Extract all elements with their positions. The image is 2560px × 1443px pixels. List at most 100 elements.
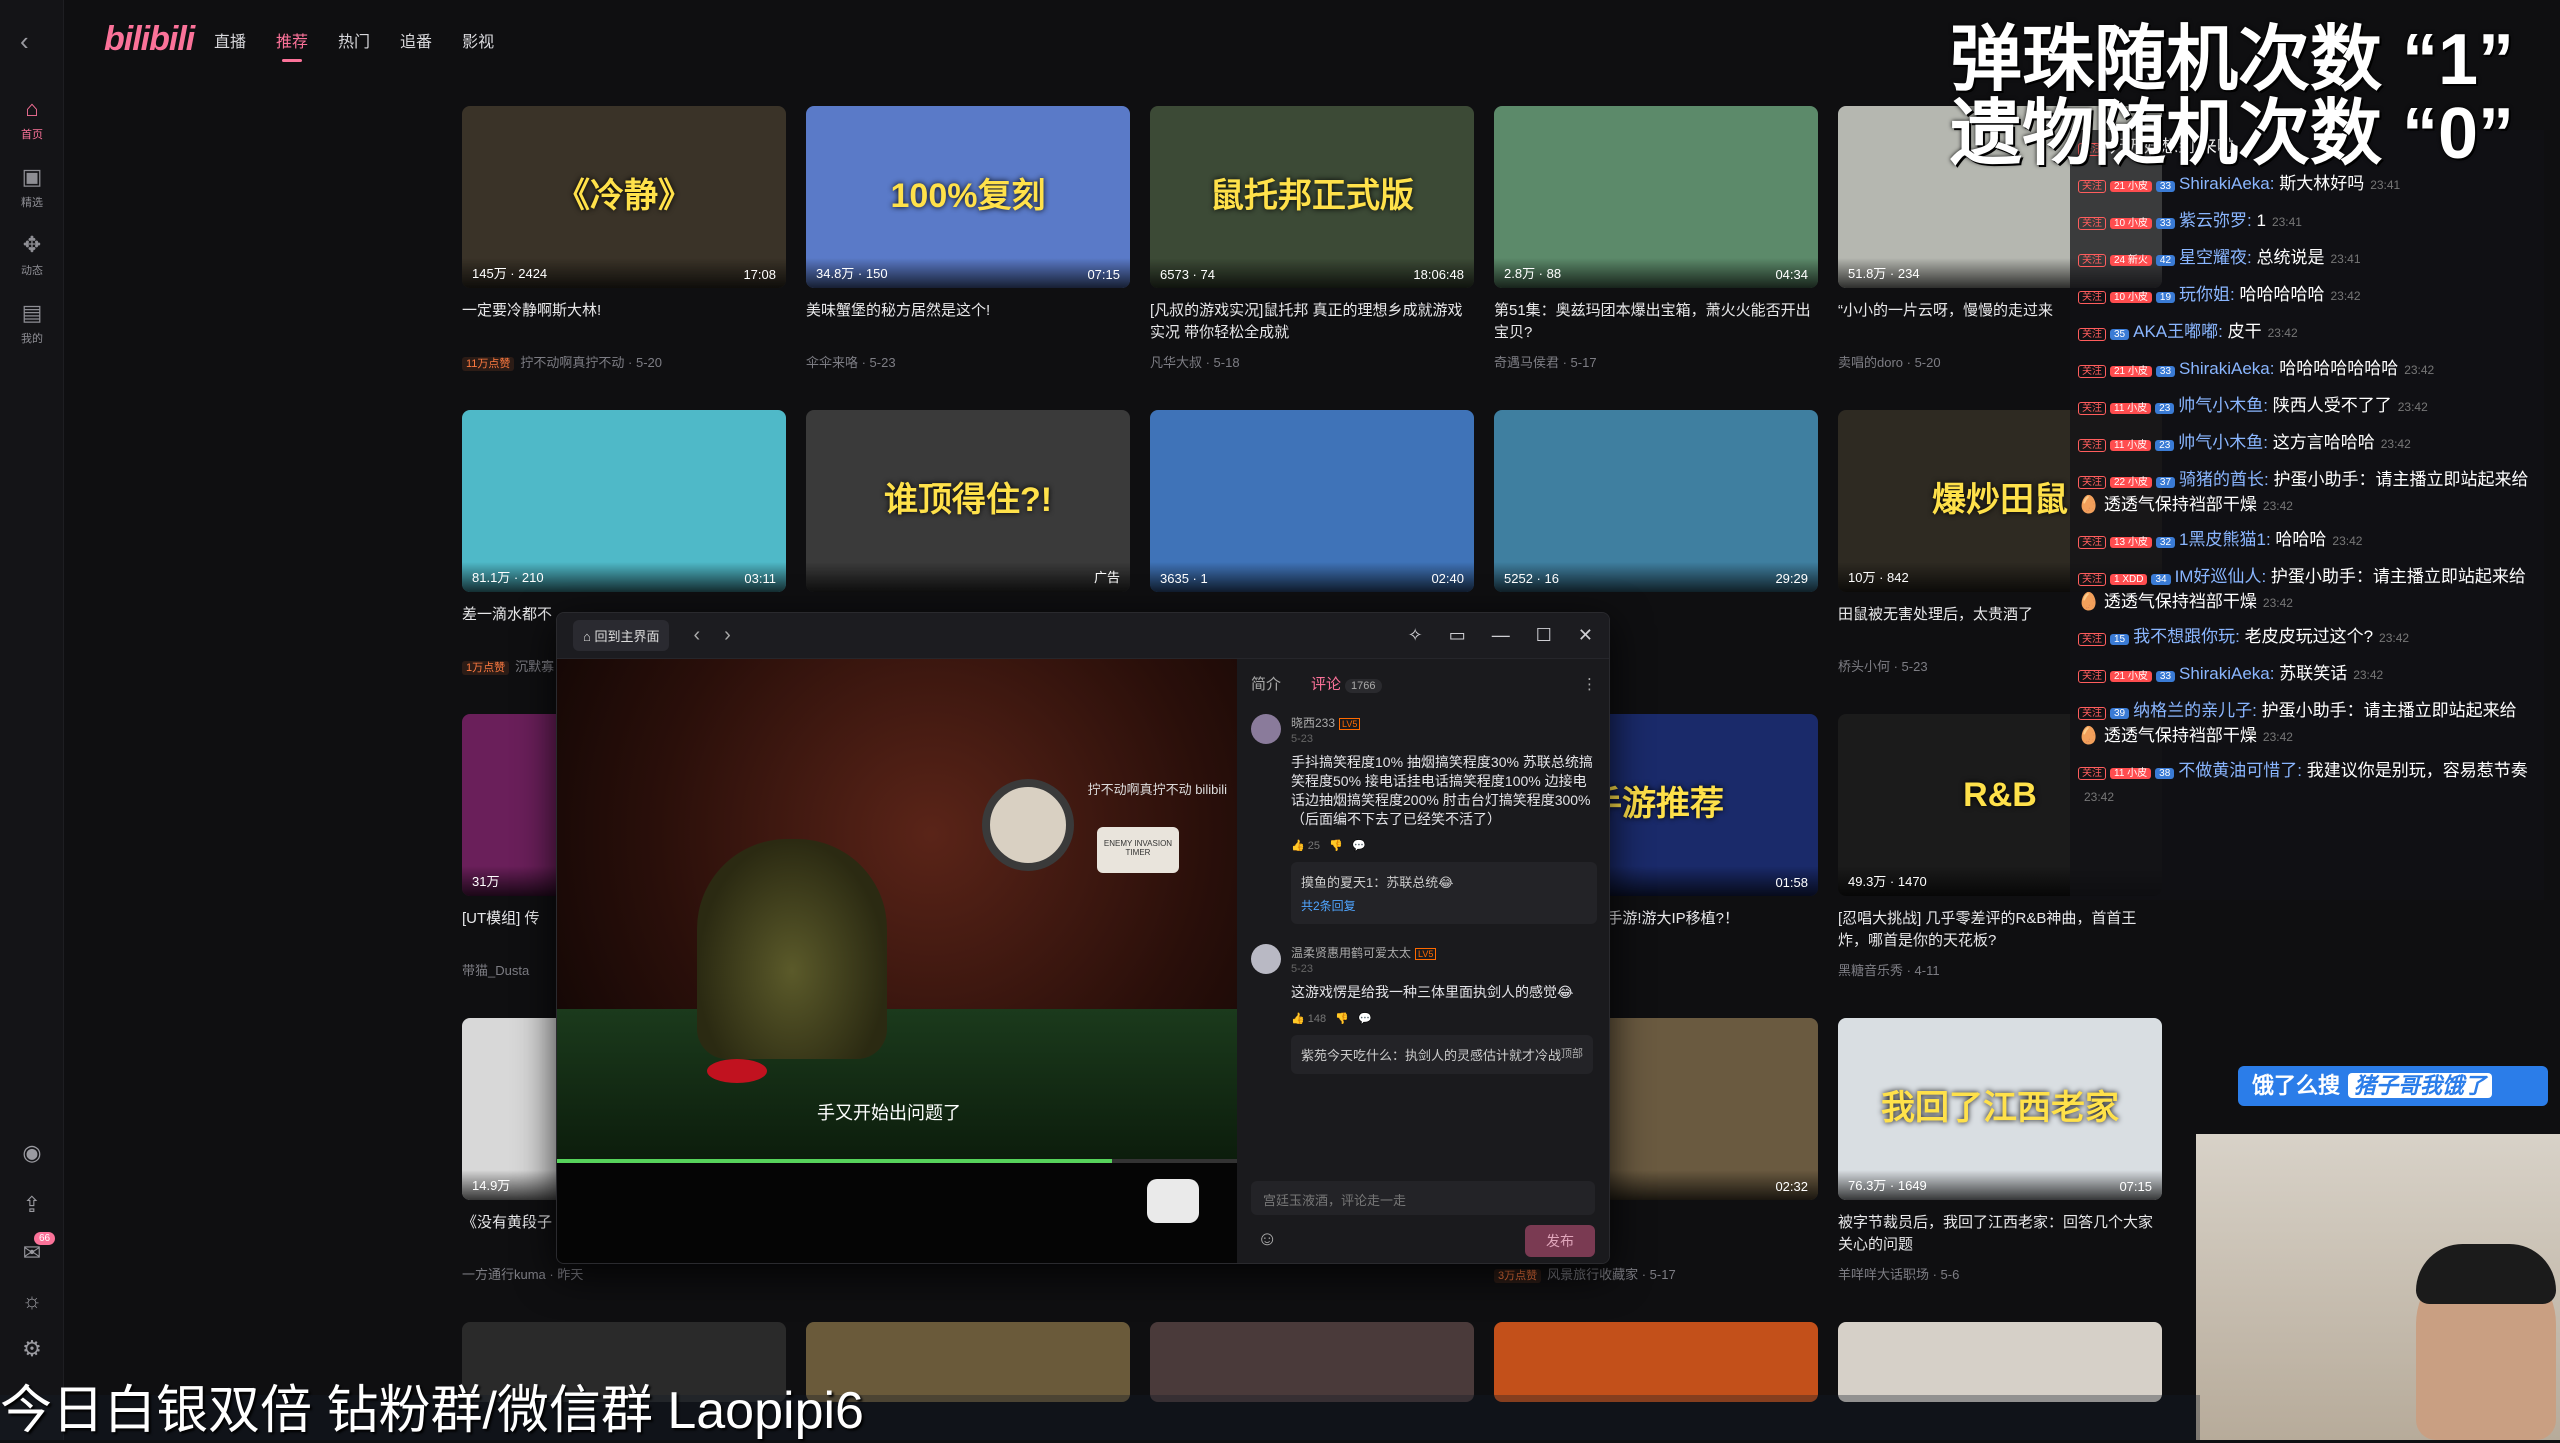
dislike-icon[interactable]: 👎 bbox=[1335, 1013, 1349, 1025]
like-icon[interactable]: 👍 bbox=[1291, 840, 1305, 852]
chat-username[interactable]: 我不想跟你玩 bbox=[2133, 627, 2235, 646]
close-icon[interactable]: ✕ bbox=[1578, 625, 1593, 646]
reply-icon[interactable]: 💬 bbox=[1352, 840, 1366, 852]
chat-username[interactable]: 紫云弥罗 bbox=[2179, 211, 2247, 230]
tab-live[interactable]: 直播 bbox=[214, 28, 246, 52]
chat-username[interactable]: IM好巡仙人 bbox=[2175, 567, 2262, 586]
tab-recommend[interactable]: 推荐 bbox=[276, 28, 308, 62]
follow-badge[interactable]: 关注 bbox=[2078, 536, 2106, 549]
rail-item-mine[interactable]: ▤ 我的 bbox=[0, 300, 64, 346]
tab-comments[interactable]: 评论 1766 bbox=[1311, 673, 1382, 694]
follow-badge[interactable]: 关注 bbox=[2078, 328, 2106, 341]
back-to-home-button[interactable]: ⌂ 回到主界面 bbox=[573, 620, 670, 651]
comment-author[interactable]: 晓西233 bbox=[1291, 716, 1335, 730]
video-thumbnail[interactable]: 2.8万 · 88 04:34 bbox=[1494, 106, 1818, 288]
uploader-date[interactable]: 拧不动啊真拧不动 · 5-20 bbox=[520, 355, 662, 370]
more-icon[interactable]: ⋮ bbox=[1582, 675, 1597, 693]
avatar[interactable] bbox=[1251, 944, 1281, 974]
settings-icon[interactable]: ⚙ bbox=[0, 1336, 64, 1362]
video-player[interactable]: ENEMY INVASION TIMER 拧不动啊真拧不动 bilibili 手… bbox=[557, 659, 1237, 1263]
video-thumbnail[interactable]: 《冷静》 145万 · 2424 17:08 bbox=[462, 106, 786, 288]
follow-badge[interactable]: 关注 bbox=[2078, 402, 2106, 415]
follow-badge[interactable]: 关注 bbox=[2078, 573, 2106, 586]
nav-forward-icon[interactable]: › bbox=[724, 624, 731, 647]
tv-play-icon[interactable] bbox=[1147, 1179, 1199, 1223]
uploader-date[interactable]: 奇遇马侯君 · 5-17 bbox=[1494, 355, 1597, 370]
video-thumbnail[interactable]: 鼠托邦正式版 6573 · 74 18:06:48 bbox=[1150, 106, 1474, 288]
follow-badge[interactable]: 关注 bbox=[2078, 767, 2106, 780]
theme-icon[interactable]: ☼ bbox=[0, 1288, 64, 1314]
uploader-date[interactable]: 黑糖音乐秀 · 4-11 bbox=[1838, 963, 1940, 978]
chat-username[interactable]: 纳格兰的亲儿子 bbox=[2133, 701, 2252, 720]
minimize-icon[interactable]: — bbox=[1492, 625, 1510, 646]
video-title[interactable]: [凡叔的游戏实况]鼠托邦 真正的理想乡成就游戏实况 带你轻松全成就 bbox=[1150, 300, 1474, 344]
more-replies-link[interactable]: 共2条回复 bbox=[1301, 897, 1587, 914]
chat-username[interactable]: 玩你姐 bbox=[2179, 285, 2230, 304]
video-thumbnail[interactable]: 81.1万 · 210 03:11 bbox=[462, 410, 786, 592]
progress-bar[interactable] bbox=[557, 1159, 1237, 1163]
comment-input[interactable]: 宫廷玉液酒，评论走一走 bbox=[1251, 1181, 1595, 1215]
rail-item-home[interactable]: ⌂ 首页 bbox=[0, 96, 64, 142]
follow-badge[interactable]: 关注 bbox=[2078, 670, 2106, 683]
back-icon[interactable]: ‹ bbox=[20, 26, 29, 57]
tab-hot[interactable]: 热门 bbox=[338, 28, 370, 52]
pin-icon[interactable]: ✧ bbox=[1408, 625, 1423, 646]
follow-badge[interactable]: 关注 bbox=[2078, 254, 2106, 267]
video-thumbnail[interactable] bbox=[1150, 1322, 1474, 1402]
chat-username[interactable]: 帅气小木鱼 bbox=[2178, 433, 2263, 452]
comment-author[interactable]: 温柔贤惠用鹤可爱太太 bbox=[1291, 946, 1411, 960]
chat-username[interactable]: ShirakiAeka bbox=[2179, 664, 2270, 683]
follow-badge[interactable]: 关注 bbox=[2078, 476, 2106, 489]
chat-username[interactable]: AKA王嘟嘟 bbox=[2133, 322, 2218, 341]
pip-icon[interactable]: ▭ bbox=[1449, 625, 1466, 646]
video-title[interactable]: 被字节裁员后，我回了江西老家：回答几个大家关心的问题 bbox=[1838, 1212, 2162, 1256]
message-icon[interactable]: ✉ 66 bbox=[0, 1232, 64, 1266]
video-card[interactable]: 鼠托邦正式版 6573 · 74 18:06:48 [凡叔的游戏实况]鼠托邦 真… bbox=[1150, 106, 1474, 371]
follow-badge[interactable]: 关注 bbox=[2078, 439, 2106, 452]
video-thumbnail[interactable]: 5252 · 16 29:29 bbox=[1494, 410, 1818, 592]
uploader-date[interactable]: 一方通行kuma · 昨天 bbox=[462, 1267, 583, 1282]
video-thumbnail[interactable] bbox=[1838, 1322, 2162, 1402]
uploader-date[interactable]: 凡华大叔 · 5-18 bbox=[1150, 355, 1240, 370]
video-title[interactable]: 第51集：奥兹玛团本爆出宝箱，萧火火能否开出宝贝? bbox=[1494, 300, 1818, 344]
follow-badge[interactable]: 关注 bbox=[2078, 291, 2106, 304]
uploader-date[interactable]: 带猫_Dusta bbox=[462, 963, 529, 978]
uploader-date[interactable]: 风景旅行收藏家 · 5-17 bbox=[1547, 1267, 1676, 1282]
video-thumbnail[interactable] bbox=[1494, 1322, 1818, 1402]
video-title[interactable]: 一定要冷静啊斯大林! bbox=[462, 300, 786, 344]
video-thumbnail[interactable]: 3635 · 1 02:40 bbox=[1150, 410, 1474, 592]
follow-badge[interactable]: 关注 bbox=[2078, 217, 2106, 230]
bilibili-logo[interactable]: bilibili bbox=[104, 20, 195, 59]
emoji-icon[interactable]: ☺ bbox=[1257, 1228, 1277, 1251]
chat-username[interactable]: 骑猪的酋长 bbox=[2179, 470, 2264, 489]
uploader-date[interactable]: 沉默寡 bbox=[515, 659, 554, 674]
maximize-icon[interactable]: ☐ bbox=[1536, 625, 1552, 646]
follow-badge[interactable]: 关注 bbox=[2078, 180, 2106, 193]
chat-username[interactable]: 帅气小木鱼 bbox=[2178, 396, 2263, 415]
like-icon[interactable]: 👍 bbox=[1291, 1013, 1305, 1025]
chat-username[interactable]: 星空耀夜 bbox=[2179, 248, 2247, 267]
nav-back-icon[interactable]: ‹ bbox=[693, 624, 700, 647]
video-card[interactable]: 2.8万 · 88 04:34 第51集：奥兹玛团本爆出宝箱，萧火火能否开出宝贝… bbox=[1494, 106, 1818, 371]
uploader-date[interactable]: 伞伞来咯 · 5-23 bbox=[806, 355, 896, 370]
send-button[interactable]: 发布 bbox=[1525, 1225, 1595, 1257]
chat-username[interactable]: ShirakiAeka bbox=[2179, 359, 2270, 378]
avatar[interactable]: ◉ bbox=[0, 1140, 64, 1166]
video-thumbnail[interactable]: 100%复刻 34.8万 · 150 07:15 bbox=[806, 106, 1130, 288]
upload-icon[interactable]: ⇪ bbox=[0, 1192, 64, 1218]
rail-item-dynamic[interactable]: ✥ 动态 bbox=[0, 232, 64, 278]
video-thumbnail[interactable]: 谁顶得住?! 广告 bbox=[806, 410, 1130, 592]
scroll-top-button[interactable]: 顶部 bbox=[1561, 1045, 1583, 1061]
video-card[interactable]: 《冷静》 145万 · 2424 17:08 一定要冷静啊斯大林! 11万点赞拧… bbox=[462, 106, 786, 371]
tab-anime[interactable]: 追番 bbox=[400, 28, 432, 52]
video-title[interactable]: [忍唱大挑战] 几乎零差评的R&B神曲，首首王炸，哪首是你的天花板? bbox=[1838, 908, 2162, 952]
video-title[interactable]: 美味蟹堡的秘方居然是这个! bbox=[806, 300, 1130, 344]
follow-badge[interactable]: 关注 bbox=[2078, 707, 2106, 720]
chat-username[interactable]: 不做黄油可惜了 bbox=[2178, 761, 2297, 780]
uploader-date[interactable]: 羊咩咩大话职场 · 5-6 bbox=[1838, 1267, 1959, 1282]
video-card[interactable]: 我回了江西老家 76.3万 · 1649 07:15 被字节裁员后，我回了江西老… bbox=[1838, 1018, 2162, 1283]
rail-item-featured[interactable]: ▣ 精选 bbox=[0, 164, 64, 210]
video-card[interactable]: 100%复刻 34.8万 · 150 07:15 美味蟹堡的秘方居然是这个! 伞… bbox=[806, 106, 1130, 371]
reply-icon[interactable]: 💬 bbox=[1358, 1013, 1372, 1025]
follow-badge[interactable]: 关注 bbox=[2078, 365, 2106, 378]
